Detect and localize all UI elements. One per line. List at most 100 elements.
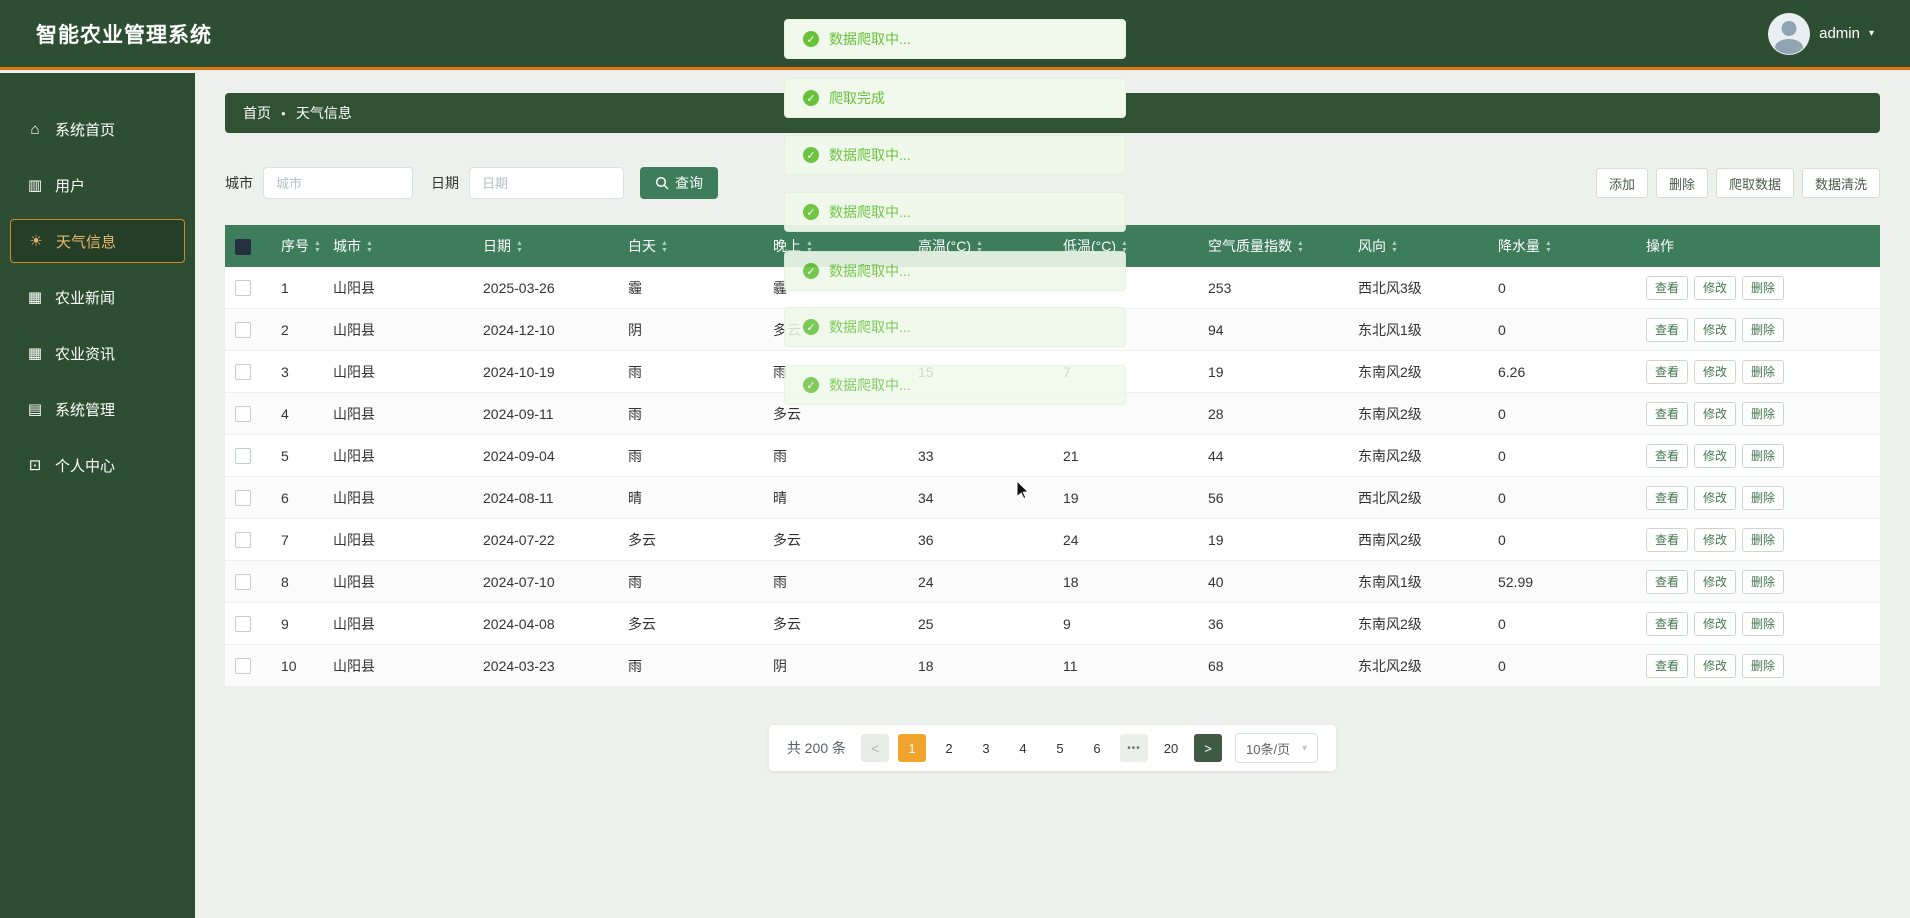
cell-rain: 0	[1498, 658, 1506, 674]
action-delete-button[interactable]: 删除	[1742, 612, 1784, 636]
cell-night: 多云	[773, 406, 801, 422]
action-view-button[interactable]: 查看	[1646, 276, 1688, 300]
row-checkbox[interactable]	[235, 532, 251, 548]
row-checkbox[interactable]	[235, 658, 251, 674]
sidebar-item-1[interactable]: ⌂系统首页	[10, 107, 185, 151]
action-view-button[interactable]: 查看	[1646, 402, 1688, 426]
action-delete-button[interactable]: 删除	[1742, 444, 1784, 468]
sidebar-item-6[interactable]: ▤系统管理	[10, 387, 185, 431]
action-view-button[interactable]: 查看	[1646, 486, 1688, 510]
action-edit-button[interactable]: 修改	[1694, 402, 1736, 426]
action-delete-button[interactable]: 删除	[1742, 570, 1784, 594]
column-header[interactable]: 白天▲▼	[618, 225, 763, 267]
user-menu[interactable]: admin ▾	[1768, 13, 1874, 55]
sort-icon[interactable]: ▲▼	[516, 240, 523, 254]
user-avatar[interactable]	[1768, 13, 1810, 55]
row-checkbox[interactable]	[235, 322, 251, 338]
action-delete-button[interactable]: 删除	[1742, 528, 1784, 552]
sort-icon[interactable]: ▲▼	[1391, 240, 1398, 254]
column-header[interactable]: 城市▲▼	[323, 225, 473, 267]
action-edit-button[interactable]: 修改	[1694, 318, 1736, 342]
pagination-ellipsis[interactable]: •••	[1120, 734, 1148, 762]
column-header[interactable]: 风向▲▼	[1348, 225, 1488, 267]
sort-icon[interactable]: ▲▼	[1545, 240, 1552, 254]
cell-day: 雨	[628, 406, 642, 422]
row-checkbox[interactable]	[235, 406, 251, 422]
column-header[interactable]: 空气质量指数▲▼	[1198, 225, 1348, 267]
search-button[interactable]: 查询	[640, 167, 718, 199]
action-edit-button[interactable]: 修改	[1694, 444, 1736, 468]
page-button-1[interactable]: 1	[898, 734, 926, 762]
sort-icon[interactable]: ▲▼	[661, 240, 668, 254]
column-header[interactable]: 日期▲▼	[473, 225, 618, 267]
cell-seq: 7	[281, 532, 289, 548]
delete-button[interactable]: 删除	[1656, 168, 1708, 198]
action-view-button[interactable]: 查看	[1646, 654, 1688, 678]
row-checkbox[interactable]	[235, 490, 251, 506]
next-page-button[interactable]: >	[1194, 734, 1222, 762]
action-delete-button[interactable]: 删除	[1742, 360, 1784, 384]
column-header[interactable]: 操作	[1636, 225, 1880, 267]
clean-data-button[interactable]: 数据清洗	[1802, 168, 1880, 198]
cell-wind: 东北风1级	[1358, 322, 1422, 338]
profile-icon: ⊡	[26, 456, 44, 474]
page-button-6[interactable]: 6	[1083, 734, 1111, 762]
row-checkbox[interactable]	[235, 448, 251, 464]
action-view-button[interactable]: 查看	[1646, 612, 1688, 636]
sidebar-item-3[interactable]: ☀天气信息	[10, 219, 185, 263]
column-header[interactable]: 序号▲▼	[271, 225, 323, 267]
select-all-checkbox[interactable]	[235, 239, 251, 255]
action-edit-button[interactable]: 修改	[1694, 528, 1736, 552]
action-view-button[interactable]: 查看	[1646, 528, 1688, 552]
table-row: 9山阳县2024-04-08多云多云25936东南风2级0查看修改删除	[225, 603, 1880, 645]
breadcrumb-home[interactable]: 首页	[243, 103, 271, 123]
action-view-button[interactable]: 查看	[1646, 570, 1688, 594]
page-button-last[interactable]: 20	[1157, 734, 1185, 762]
action-delete-button[interactable]: 删除	[1742, 318, 1784, 342]
sort-icon[interactable]: ▲▼	[1297, 240, 1304, 254]
row-checkbox[interactable]	[235, 616, 251, 632]
action-edit-button[interactable]: 修改	[1694, 486, 1736, 510]
bar-chart-icon: ▥	[26, 176, 44, 194]
action-delete-button[interactable]: 删除	[1742, 276, 1784, 300]
action-delete-button[interactable]: 删除	[1742, 402, 1784, 426]
cell-rain: 0	[1498, 490, 1506, 506]
table-row: 8山阳县2024-07-10雨雨241840东南风1级52.99查看修改删除	[225, 561, 1880, 603]
action-edit-button[interactable]: 修改	[1694, 570, 1736, 594]
page-button-5[interactable]: 5	[1046, 734, 1074, 762]
action-delete-button[interactable]: 删除	[1742, 654, 1784, 678]
sidebar-item-7[interactable]: ⊡个人中心	[10, 443, 185, 487]
cell-seq: 9	[281, 616, 289, 632]
action-edit-button[interactable]: 修改	[1694, 360, 1736, 384]
action-view-button[interactable]: 查看	[1646, 360, 1688, 384]
row-checkbox[interactable]	[235, 574, 251, 590]
cell-city: 山阳县	[333, 574, 375, 590]
action-edit-button[interactable]: 修改	[1694, 654, 1736, 678]
toast-text: 数据爬取中...	[829, 261, 911, 281]
sidebar-item-4[interactable]: ▦农业新闻	[10, 275, 185, 319]
action-edit-button[interactable]: 修改	[1694, 612, 1736, 636]
page-button-3[interactable]: 3	[972, 734, 1000, 762]
action-delete-button[interactable]: 删除	[1742, 486, 1784, 510]
row-checkbox[interactable]	[235, 280, 251, 296]
action-view-button[interactable]: 查看	[1646, 444, 1688, 468]
toast-message: ✓数据爬取中...	[784, 19, 1126, 59]
page-button-4[interactable]: 4	[1009, 734, 1037, 762]
column-header[interactable]: 降水量▲▼	[1488, 225, 1636, 267]
page-size-select[interactable]: 10条/页 ▾	[1235, 733, 1318, 763]
sidebar-item-5[interactable]: ▦农业资讯	[10, 331, 185, 375]
prev-page-button[interactable]: <	[861, 734, 889, 762]
sort-icon[interactable]: ▲▼	[366, 240, 373, 254]
city-filter-input[interactable]	[263, 167, 413, 199]
page-button-2[interactable]: 2	[935, 734, 963, 762]
crawl-data-button[interactable]: 爬取数据	[1716, 168, 1794, 198]
document-icon: ▤	[26, 400, 44, 418]
row-checkbox[interactable]	[235, 364, 251, 380]
add-button[interactable]: 添加	[1596, 168, 1648, 198]
date-filter-input[interactable]	[469, 167, 624, 199]
action-edit-button[interactable]: 修改	[1694, 276, 1736, 300]
sort-icon[interactable]: ▲▼	[314, 240, 321, 254]
action-view-button[interactable]: 查看	[1646, 318, 1688, 342]
cell-night: 多云	[773, 616, 801, 632]
sidebar-item-2[interactable]: ▥用户	[10, 163, 185, 207]
